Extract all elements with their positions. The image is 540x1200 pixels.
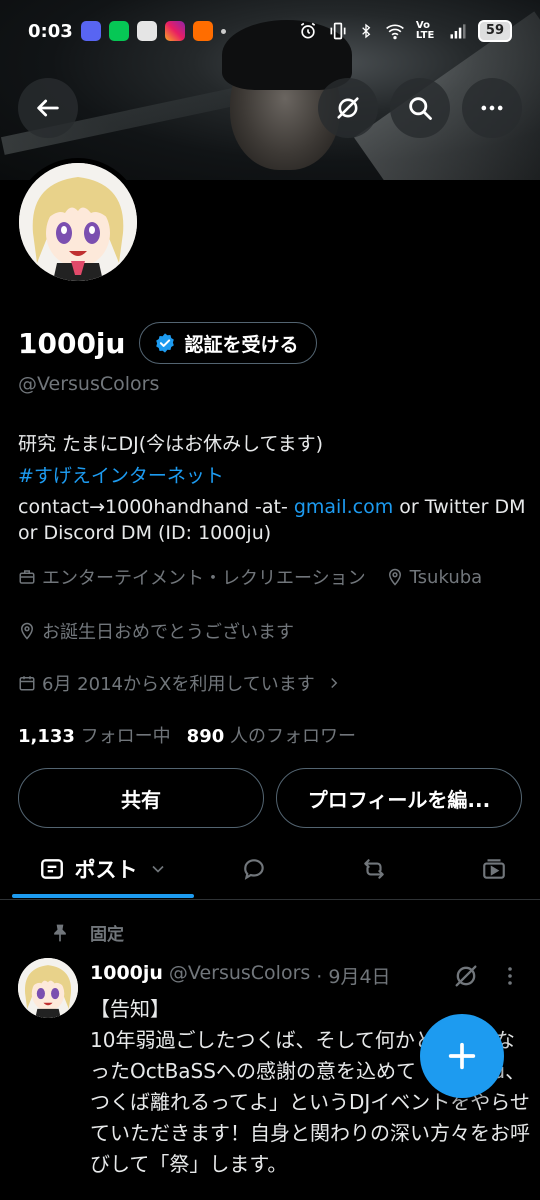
profile-name-row: 1000ju 認証を受ける (18, 322, 318, 364)
more-vertical-icon (508, 967, 512, 985)
plus-icon (448, 1042, 476, 1070)
edit-profile-button[interactable]: プロフィールを編... (276, 768, 522, 828)
profile-birthday: お誕生日おめでとうございます (18, 618, 294, 644)
tweet-more-button[interactable] (498, 962, 522, 992)
anime-avatar-image (18, 958, 78, 1018)
following-count: 1,133 (18, 726, 75, 747)
profile-joined-date[interactable]: 6月 2014からXを利用しています (18, 670, 343, 696)
tweet-header: 1000ju @VersusColors · 9月4日 (90, 962, 391, 989)
birthday-label: お誕生日おめでとうございます (42, 622, 294, 643)
active-tab-indicator (12, 894, 194, 898)
location-label: Tsukuba (409, 566, 483, 588)
repost-icon (364, 859, 384, 879)
more-button[interactable] (462, 78, 522, 138)
following-label: フォロー中 (80, 726, 171, 747)
wifi-icon (386, 24, 404, 40)
joined-label: 6月 2014からXを利用しています (42, 674, 315, 695)
bluetooth-icon (362, 23, 371, 39)
profile-handle: @VersusColors (18, 373, 160, 395)
compose-post-button[interactable] (420, 1014, 504, 1098)
slashed-circle-icon (455, 965, 477, 987)
location-icon (388, 568, 401, 586)
profile-avatar[interactable] (14, 158, 142, 286)
calendar-icon (19, 676, 35, 691)
alarm-icon (300, 22, 316, 39)
slashed-circle-icon (337, 97, 359, 119)
pin-icon (54, 924, 66, 941)
get-verified-label: 認証を受ける (184, 333, 299, 356)
posts-icon (40, 859, 63, 879)
share-button[interactable]: 共有 (18, 768, 264, 828)
app-notification-icon (136, 21, 157, 41)
back-button[interactable] (18, 78, 78, 138)
balloon-icon (20, 622, 34, 640)
more-horizontal-icon (481, 105, 503, 111)
grok-button[interactable] (318, 78, 378, 138)
verified-badge-icon (156, 333, 175, 353)
discord-notification-icon (80, 21, 101, 41)
tab-media[interactable] (454, 838, 534, 900)
reply-bubble-icon (244, 859, 264, 880)
system-nav-bar (0, 1176, 540, 1200)
arrow-left-icon (37, 99, 59, 117)
signal-icon (450, 24, 466, 39)
get-verified-button[interactable]: 認証を受ける (139, 322, 318, 364)
category-label: エンターテイメント・レクリエーション (42, 568, 366, 589)
pinned-indicator: 固定 (50, 920, 124, 945)
more-notifications-dot-icon (220, 28, 226, 34)
display-name: 1000ju (18, 326, 126, 360)
followers-count: 890 (186, 726, 225, 747)
bio-line: 研究 たまにDJ(今はお休みしてます) (18, 433, 324, 455)
briefcase-icon (19, 570, 35, 584)
tab-posts[interactable]: ポスト (12, 838, 194, 900)
followers-link[interactable]: 890 人のフォロワー (187, 722, 356, 748)
search-icon (409, 97, 432, 120)
tweet-author-name[interactable]: 1000ju (90, 962, 163, 989)
tab-replies[interactable] (214, 838, 294, 900)
profile-tabs: ポスト (0, 838, 540, 900)
tab-reposts[interactable] (334, 838, 414, 900)
network-type-label: Vo LTE (415, 20, 435, 41)
bio-hashtag-link[interactable]: #すげえインターネット (18, 465, 224, 487)
instagram-notification-icon (164, 21, 185, 41)
bio-contact-text: contact→1000handhand -at- (18, 496, 294, 518)
search-button[interactable] (390, 78, 450, 138)
tweet-author-avatar[interactable] (18, 958, 78, 1018)
bio-email-link[interactable]: gmail.com (294, 496, 393, 518)
video-media-icon (483, 859, 505, 879)
anime-avatar-image (19, 163, 137, 281)
edit-profile-label: プロフィールを編... (307, 787, 491, 812)
battery-indicator: 59 (477, 20, 512, 42)
tweet-grok-icon[interactable] (452, 962, 482, 992)
vibrate-icon (330, 22, 346, 40)
profile-category: エンターテイメント・レクリエーション Tsukuba (18, 564, 482, 590)
tweet-author-handle[interactable]: @VersusColors (169, 962, 310, 989)
share-label: 共有 (121, 787, 161, 812)
chevron-right-icon (331, 677, 338, 689)
follow-counts: 1,133 フォロー中 890 人のフォロワー (18, 722, 356, 748)
tweet-date[interactable]: · 9月4日 (316, 962, 390, 989)
status-time: 0:03 (28, 20, 73, 42)
line-notification-icon (108, 21, 129, 41)
following-link[interactable]: 1,133 フォロー中 (18, 722, 171, 748)
app-notification-icon (192, 21, 213, 41)
status-bar: 0:03 Vo LTE 59 (0, 0, 540, 62)
profile-bio: 研究 たまにDJ(今はお休みしてます) #すげえインターネット contact→… (18, 428, 528, 546)
chevron-down-icon (151, 865, 164, 873)
tab-posts-label: ポスト (74, 858, 138, 882)
followers-label: 人のフォロワー (229, 726, 356, 747)
pinned-label: 固定 (90, 925, 124, 945)
